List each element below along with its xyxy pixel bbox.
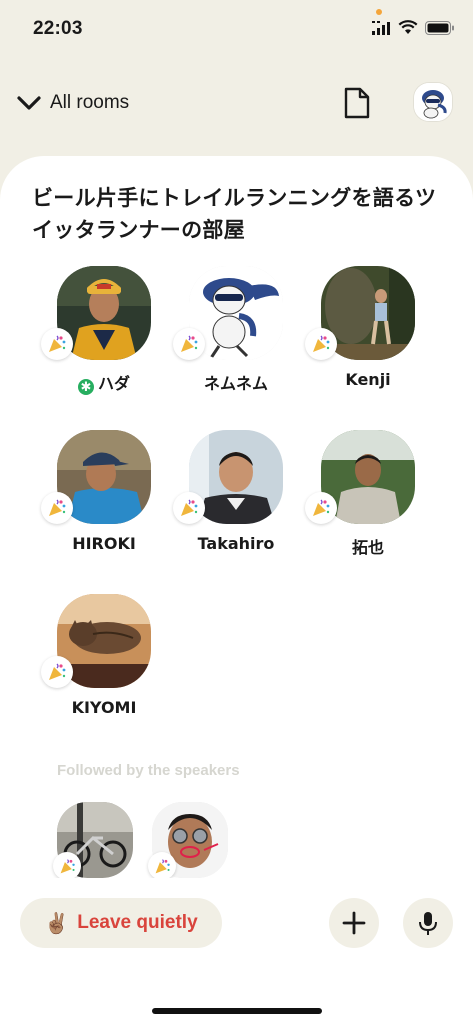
speaker-name: Takahiro xyxy=(197,534,275,553)
leave-quietly-label: Leave quietly xyxy=(77,912,198,933)
privacy-indicator xyxy=(376,9,382,15)
speaker-name: Kenji xyxy=(345,370,391,389)
listener-tile[interactable] xyxy=(148,802,242,882)
party-popper-icon xyxy=(305,492,337,524)
leave-quietly-button[interactable]: ✌🏽 Leave quietly xyxy=(20,898,222,948)
home-indicator xyxy=(152,1008,322,1014)
chevron-down-icon xyxy=(17,96,41,110)
party-popper-icon xyxy=(148,852,176,880)
peace-hand-icon: ✌🏽 xyxy=(44,911,70,935)
party-popper-icon xyxy=(41,492,73,524)
battery-icon xyxy=(425,21,454,35)
party-popper-icon xyxy=(41,328,73,360)
status-time: 22:03 xyxy=(33,18,83,39)
party-popper-icon xyxy=(41,656,73,688)
all-rooms-label: All rooms xyxy=(50,92,130,113)
room-title: ビール片手にトレイルランニングを語るツイッタランナーの部屋 xyxy=(32,186,437,242)
speaker-tile[interactable]: ✱ ハダ xyxy=(41,266,161,406)
cellular-signal-icon xyxy=(372,21,390,35)
wifi-icon xyxy=(398,20,418,34)
followed-by-speakers-label: Followed by the speakers xyxy=(57,762,240,779)
my-profile-avatar[interactable] xyxy=(414,83,452,121)
microphone-icon xyxy=(419,912,437,935)
listener-tile[interactable] xyxy=(53,802,147,882)
all-rooms-button[interactable]: All rooms xyxy=(16,88,129,118)
document-icon[interactable] xyxy=(342,86,372,120)
speaker-name: KIYOMI xyxy=(71,698,137,717)
raise-hand-mic-button[interactable] xyxy=(403,898,453,948)
plus-icon xyxy=(342,911,366,935)
status-bar: 22:03 xyxy=(0,0,473,56)
speaker-name: HIROKI xyxy=(72,534,136,553)
add-button[interactable] xyxy=(329,898,379,948)
speaker-tile[interactable]: Kenji xyxy=(305,266,425,406)
party-popper-icon xyxy=(173,492,205,524)
speaker-name: 拓也 xyxy=(351,538,384,557)
speaker-tile[interactable]: HIROKI xyxy=(41,430,161,570)
speaker-tile[interactable]: 拓也 xyxy=(305,430,425,570)
moderator-star-icon: ✱ xyxy=(77,379,94,395)
speaker-tile[interactable]: ネムネム xyxy=(173,266,293,406)
party-popper-icon xyxy=(305,328,337,360)
speaker-name: ✱ ハダ xyxy=(31,370,177,395)
speaker-name: ネムネム xyxy=(203,374,268,393)
party-popper-icon xyxy=(53,852,81,880)
speaker-tile[interactable]: KIYOMI xyxy=(41,594,161,734)
bear-character-avatar xyxy=(414,83,452,121)
top-navigation: All rooms xyxy=(0,80,473,130)
party-popper-icon xyxy=(173,328,205,360)
speaker-tile[interactable]: Takahiro xyxy=(173,430,293,570)
